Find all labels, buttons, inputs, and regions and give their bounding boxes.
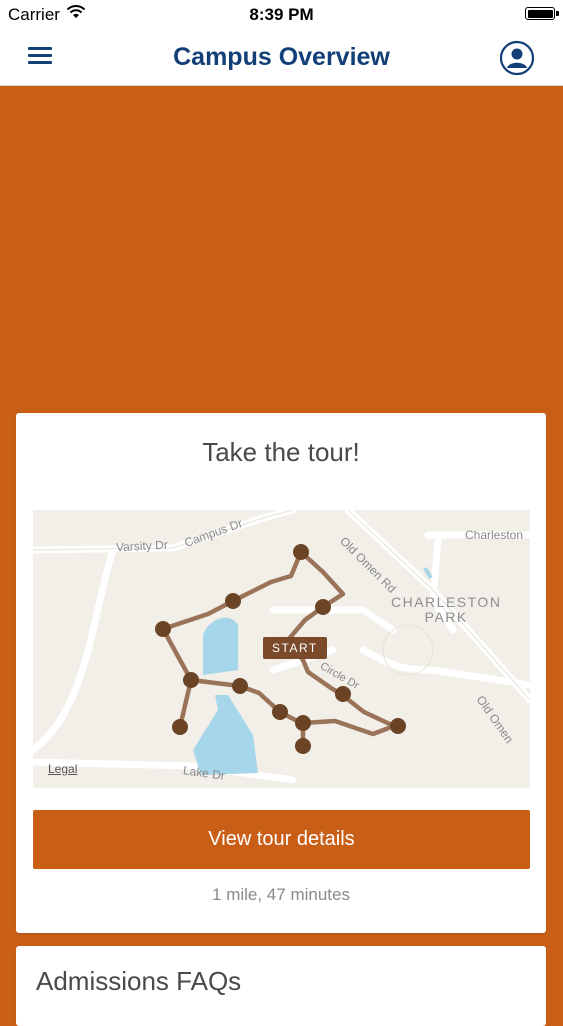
tour-map[interactable]: Varsity Dr Campus Dr Old Omen Rd Charles… [33,510,530,788]
tour-stop-marker[interactable] [335,686,351,702]
tour-stop-marker[interactable] [315,599,331,615]
faq-card-title: Admissions FAQs [36,966,242,996]
tour-stop-marker[interactable] [225,593,241,609]
page-title: Campus Overview [173,43,390,71]
battery-icon [525,7,559,20]
tour-stop-marker[interactable] [390,718,406,734]
clock-time: 8:39 PM [249,5,314,24]
hamburger-menu-icon[interactable] [28,44,52,68]
view-tour-details-button[interactable]: View tour details [33,810,530,869]
navigation-bar: Campus Overview [0,30,563,86]
tour-title: Take the tour! [202,437,360,467]
tour-stop-marker[interactable] [293,544,309,560]
tour-stop-marker[interactable] [155,621,171,637]
tour-stop-marker[interactable] [183,672,199,688]
hero-banner [0,86,563,412]
tour-stop-marker[interactable] [295,715,311,731]
status-bar: Carrier 8:39 PM [0,0,563,30]
user-profile-icon[interactable] [499,40,535,76]
tour-card: Take the tour! Varsity Dr Campus Dr Old … [16,413,546,933]
tour-stop-marker[interactable] [232,678,248,694]
tour-stop-marker[interactable] [172,719,188,735]
tour-length-info: 1 mile, 47 minutes [212,885,350,904]
tour-stops [155,544,406,754]
tour-stop-marker[interactable] [272,704,288,720]
tour-stop-marker[interactable] [295,738,311,754]
admissions-faqs-card[interactable]: Admissions FAQs [16,946,546,1026]
